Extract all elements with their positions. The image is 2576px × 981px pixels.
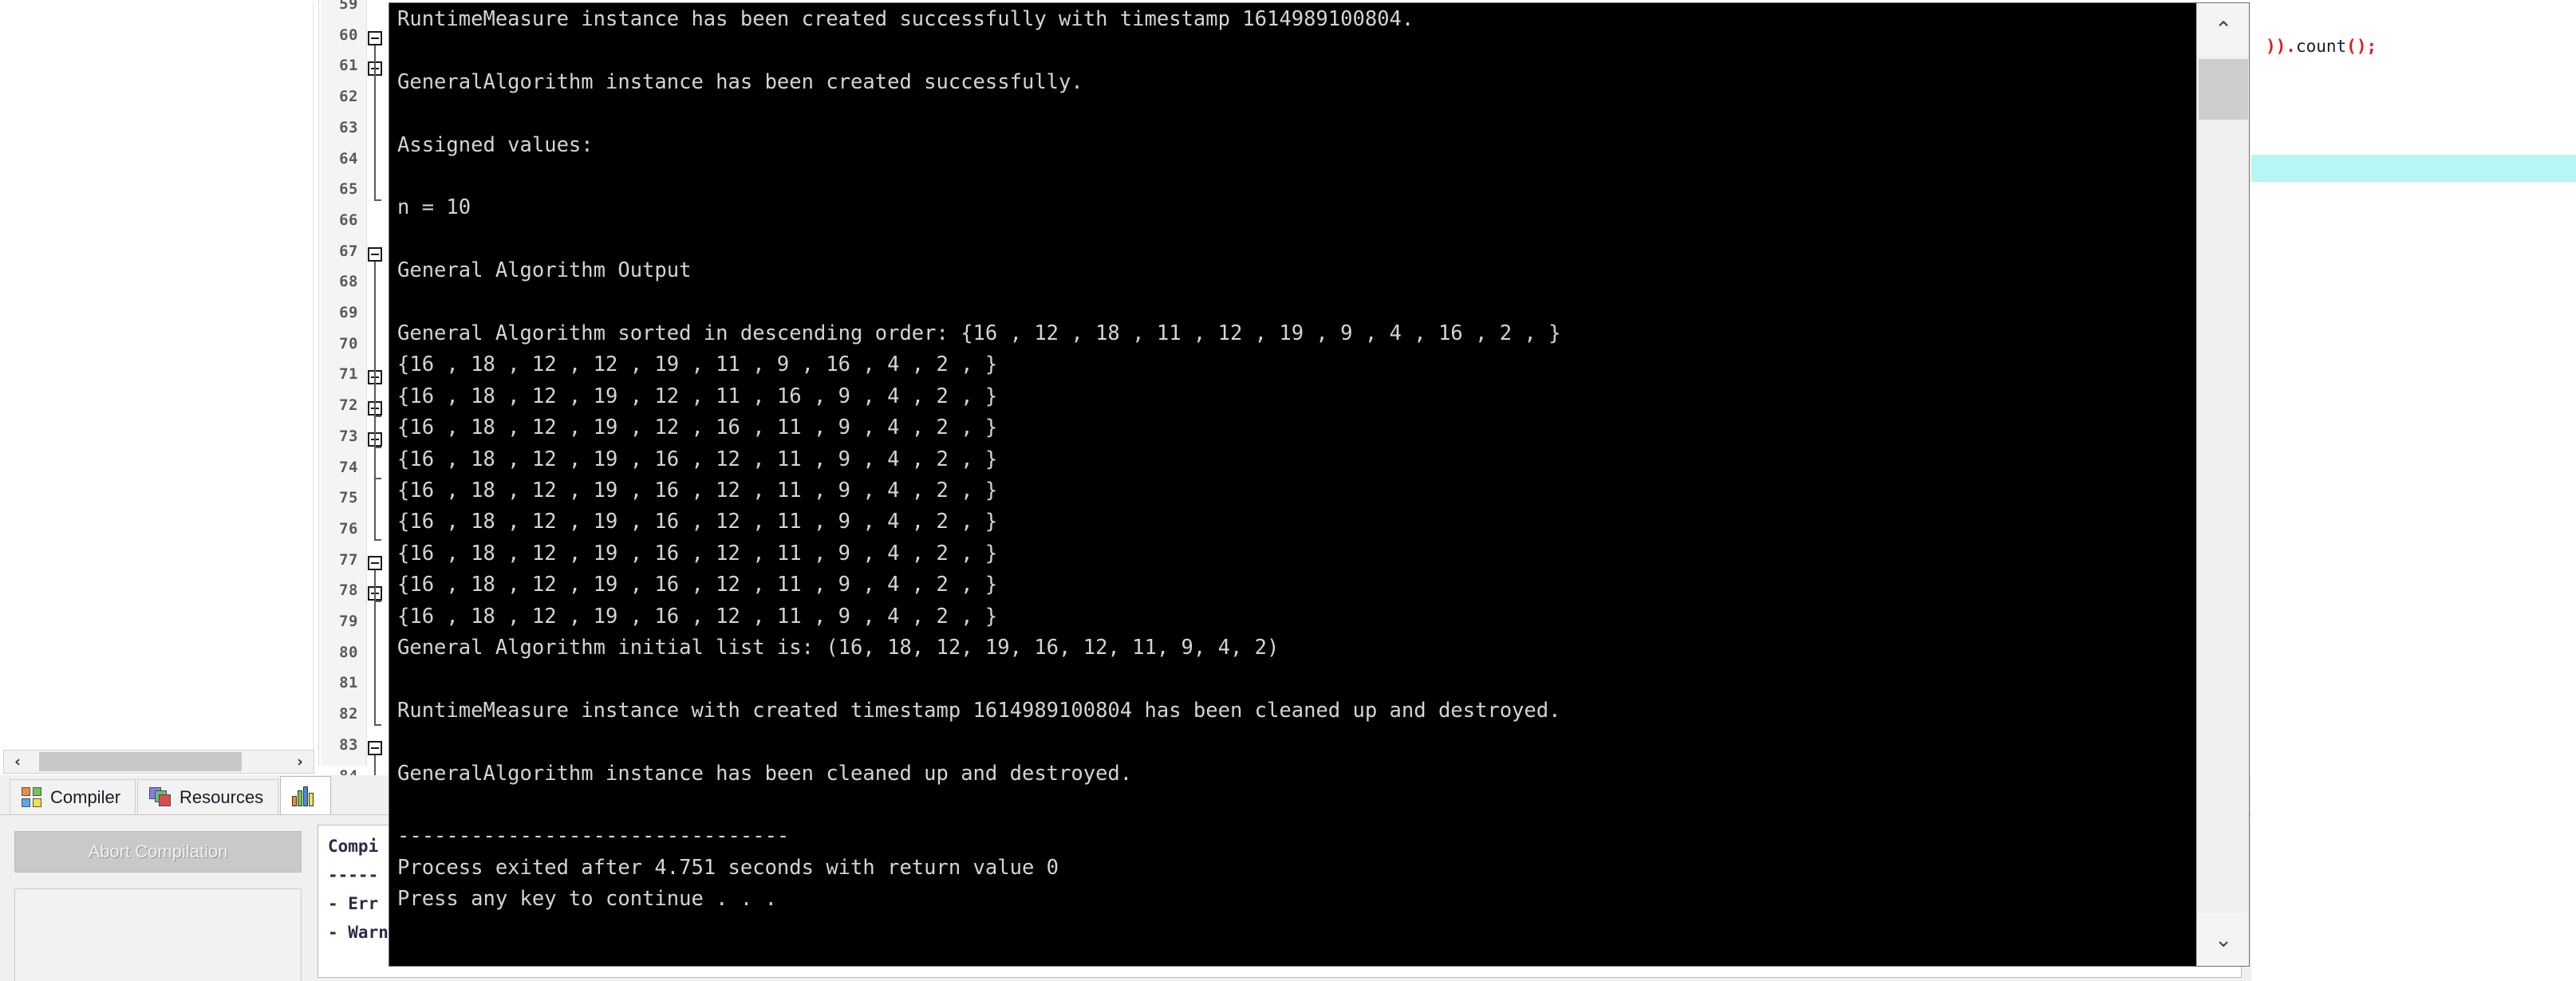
- console-output-line: --------------------------------: [397, 824, 790, 849]
- code-token-dot-2: .: [2286, 37, 2296, 56]
- line-number: 59: [339, 0, 358, 13]
- console-output-line: {16 , 18 , 12 , 12 , 19 , 11 , 9 , 16 , …: [397, 353, 998, 377]
- line-number: 64: [339, 149, 358, 167]
- line-number: 62: [339, 88, 358, 106]
- fold-toggle-icon[interactable]: [368, 740, 382, 755]
- console-output-line: GeneralAlgorithm instance has been clean…: [397, 761, 1133, 786]
- line-number: 81: [339, 674, 358, 692]
- line-number: 72: [339, 396, 358, 415]
- fold-toggle-icon[interactable]: [368, 246, 382, 262]
- code-folding-column[interactable]: [367, 0, 383, 788]
- fold-range-line: [374, 45, 376, 200]
- line-number: 79: [339, 613, 358, 630]
- console-output-line: Assigned values:: [397, 132, 594, 157]
- bar-chart-icon: [292, 786, 316, 806]
- editor-horizontal-scrollbar[interactable]: ‹ ›: [3, 750, 314, 774]
- line-number: 82: [339, 705, 358, 723]
- console-output-line: GeneralAlgorithm instance has been creat…: [397, 69, 1083, 94]
- compiler-secondary-box: [14, 888, 302, 981]
- console-scroll-down-icon[interactable]: ⌄: [2197, 913, 2249, 966]
- bottom-tab-label: Compiler: [50, 786, 121, 807]
- line-number: 69: [339, 304, 358, 321]
- console-output-line: Process exited after 4.751 seconds with …: [397, 855, 1059, 880]
- line-number: 76: [339, 519, 358, 538]
- console-vertical-scrollbar[interactable]: ⌃ ⌄: [2196, 3, 2249, 966]
- console-output-line: {16 , 18 , 12 , 19 , 16 , 12 , 11 , 9 , …: [397, 604, 998, 628]
- fold-range-end-tick: [374, 724, 381, 727]
- editor-right-region: )).count();: [2251, 0, 2576, 981]
- fold-range-line: [374, 569, 376, 601]
- bottom-tab-label: Resources: [179, 786, 264, 807]
- line-number: 63: [339, 118, 358, 136]
- console-output-line: {16 , 18 , 12 , 19 , 12 , 11 , 16 , 9 , …: [397, 384, 998, 408]
- fold-range-line: [374, 416, 376, 447]
- fold-range-line: [374, 601, 376, 725]
- console-output-line: {16 , 18 , 12 , 19 , 12 , 16 , 11 , 9 , …: [397, 416, 998, 440]
- console-output-line: {16 , 18 , 12 , 19 , 16 , 12 , 11 , 9 , …: [397, 447, 998, 471]
- line-number: 65: [339, 180, 358, 199]
- bottom-tab-compiler[interactable]: Compiler: [10, 779, 136, 814]
- stacked-squares-icon: [149, 786, 172, 808]
- console-output-line: RuntimeMeasure instance has been created…: [397, 7, 1414, 31]
- fold-range-line: [374, 384, 376, 416]
- console-text-area[interactable]: RuntimeMeasure instance has been created…: [389, 3, 2196, 966]
- scroll-left-icon[interactable]: ‹: [4, 751, 31, 773]
- line-number: 61: [339, 57, 358, 75]
- line-number: 68: [339, 273, 358, 291]
- code-token-punct-open-2: )): [2266, 37, 2286, 56]
- console-output-line: {16 , 18 , 12 , 19 , 16 , 12 , 11 , 9 , …: [397, 479, 998, 502]
- console-output-line: {16 , 18 , 12 , 19 , 16 , 12 , 11 , 9 , …: [397, 573, 998, 597]
- line-number: 70: [339, 334, 358, 353]
- line-number: 80: [339, 643, 358, 661]
- line-number: 75: [339, 489, 358, 507]
- code-token-identifier-2: count: [2295, 37, 2347, 56]
- console-output-line: General Algorithm sorted in descending o…: [397, 321, 1561, 345]
- bottom-tab-chart[interactable]: [280, 776, 332, 814]
- line-number: 71: [339, 365, 358, 384]
- line-number: 74: [339, 458, 358, 476]
- line-number-gutter: 59 60 61 62 63 64 65 66 67 68 69 70 71 72 73 74 75 76 77 78…: [321, 0, 367, 785]
- four-squares-icon: [22, 786, 42, 808]
- console-output-line: {16 , 18 , 12 , 19 , 16 , 12 , 11 , 9 , …: [397, 510, 998, 534]
- scroll-right-icon[interactable]: ›: [286, 751, 314, 773]
- fold-range-line: [374, 446, 376, 539]
- line-number: 77: [339, 550, 358, 569]
- fold-range-end-tick: [374, 538, 381, 541]
- code-line-fragment-right: )).count();: [2266, 37, 2377, 56]
- line-number: 66: [339, 211, 358, 229]
- line-number: 78: [339, 581, 358, 600]
- console-output-line: n = 10: [397, 195, 471, 220]
- console-output-line: Press any key to continue . . .: [397, 887, 777, 912]
- console-output-window[interactable]: RuntimeMeasure instance has been created…: [389, 2, 2250, 967]
- console-scroll-up-icon[interactable]: ⌃: [2197, 3, 2249, 56]
- line-number: 83: [339, 735, 358, 754]
- bottom-tab-resources[interactable]: Resources: [137, 779, 279, 814]
- hscroll-thumb[interactable]: [39, 752, 242, 771]
- screen-root: ‹ › 59 60 61 62 63 64 65 66 67 68 69 70 71 72 73 74 75 76…: [0, 0, 2576, 981]
- line-number: 60: [339, 26, 358, 44]
- hscroll-track[interactable]: [31, 751, 286, 773]
- fold-range-end-tick: [374, 199, 381, 202]
- console-output-line: General Algorithm initial list is: (16, …: [397, 636, 1280, 660]
- fold-toggle-icon[interactable]: [368, 555, 382, 570]
- line-number: 67: [339, 242, 358, 260]
- current-line-highlight-right: [2251, 155, 2576, 182]
- console-output-line: General Algorithm Output: [397, 258, 692, 283]
- abort-compilation-button[interactable]: Abort Compilation: [14, 831, 302, 873]
- editor-left-panel-inner: [3, 2, 314, 764]
- console-output-line: {16 , 18 , 12 , 19 , 16 , 12 , 11 , 9 , …: [397, 541, 998, 565]
- console-scroll-thumb[interactable]: [2199, 59, 2248, 120]
- console-output-line: RuntimeMeasure instance with created tim…: [397, 698, 1561, 723]
- code-token-punct-close-2: ();: [2346, 37, 2377, 56]
- fold-toggle-icon[interactable]: [368, 30, 382, 45]
- editor-left-panel: [0, 0, 319, 766]
- line-number: 73: [339, 427, 358, 445]
